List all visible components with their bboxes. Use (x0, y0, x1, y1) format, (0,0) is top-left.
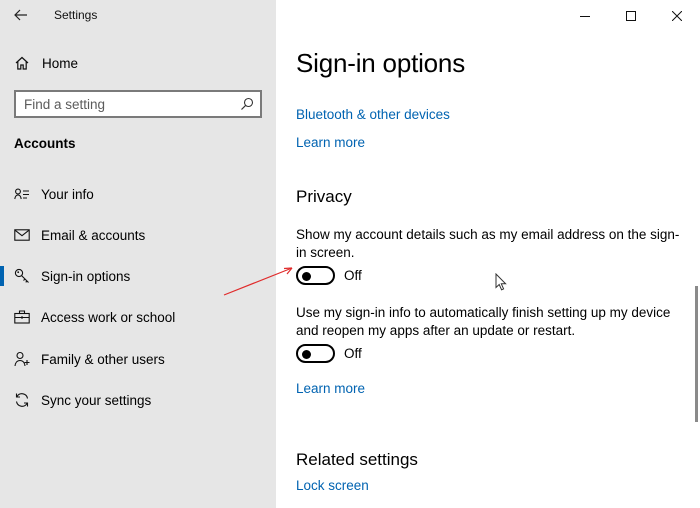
page-title: Sign-in options (296, 48, 465, 78)
privacy-heading: Privacy (296, 187, 352, 206)
account-details-description: Show my account details such as my email… (296, 227, 680, 260)
learn-more-link[interactable]: Learn more (296, 135, 365, 150)
toggle-knob (302, 271, 311, 281)
privacy-learn-more-link[interactable]: Learn more (296, 381, 365, 396)
mouse-cursor-icon (495, 273, 507, 291)
app-title: Settings (54, 8, 98, 22)
sidebar-item-label: Sync your settings (41, 392, 152, 408)
sidebar: Settings Home Accounts Your info Email &… (0, 0, 276, 508)
sidebar-item-label: Sign-in options (41, 268, 131, 284)
lock-screen-link[interactable]: Lock screen (296, 478, 369, 493)
toggle-state-label: Off (344, 346, 362, 361)
sidebar-item-label: Family & other users (41, 351, 165, 367)
sidebar-item-label: Email & accounts (41, 227, 146, 243)
person-card-icon (13, 185, 31, 203)
back-arrow-icon (14, 9, 27, 21)
account-details-toggle[interactable] (296, 266, 335, 285)
sign-in-info-toggle[interactable] (296, 344, 335, 363)
sidebar-item-sync-settings[interactable]: Sync your settings (0, 382, 276, 418)
bluetooth-devices-link[interactable]: Bluetooth & other devices (296, 107, 450, 122)
sidebar-item-email-accounts[interactable]: Email & accounts (0, 217, 276, 253)
annotation-arrow (223, 267, 293, 296)
title-bar: Settings (0, 0, 276, 31)
scrollbar-thumb[interactable] (695, 286, 698, 422)
minimize-button[interactable] (562, 0, 608, 31)
close-icon (672, 10, 682, 21)
home-label: Home (42, 55, 79, 71)
toggle-state-label: Off (344, 268, 362, 283)
home-nav-item[interactable]: Home (14, 53, 78, 73)
window-controls (562, 0, 700, 31)
sidebar-item-label: Access work or school (41, 309, 176, 325)
search-icon[interactable] (240, 97, 254, 111)
related-settings-heading: Related settings (296, 450, 418, 469)
toggle-knob (302, 349, 311, 359)
sync-icon (13, 391, 31, 409)
close-button[interactable] (654, 0, 700, 31)
search-box[interactable] (14, 90, 262, 118)
selection-indicator (0, 266, 4, 286)
sidebar-item-your-info[interactable]: Your info (0, 176, 276, 212)
maximize-icon (626, 10, 636, 21)
person-add-icon (13, 350, 31, 368)
search-input[interactable] (24, 95, 234, 113)
sign-in-info-description: Use my sign-in info to automatically fin… (296, 305, 671, 338)
minimize-icon (580, 15, 590, 17)
sidebar-item-label: Your info (41, 186, 94, 202)
key-icon (13, 267, 31, 285)
sidebar-item-access-work[interactable]: Access work or school (0, 299, 276, 335)
mail-icon (13, 226, 31, 244)
home-icon (15, 56, 29, 70)
briefcase-icon (13, 308, 31, 326)
maximize-button[interactable] (608, 0, 654, 31)
sidebar-item-family-users[interactable]: Family & other users (0, 341, 276, 377)
back-button[interactable] (10, 5, 32, 25)
main-content: Sign-in options Bluetooth & other device… (276, 0, 700, 508)
section-title: Accounts (14, 136, 76, 151)
